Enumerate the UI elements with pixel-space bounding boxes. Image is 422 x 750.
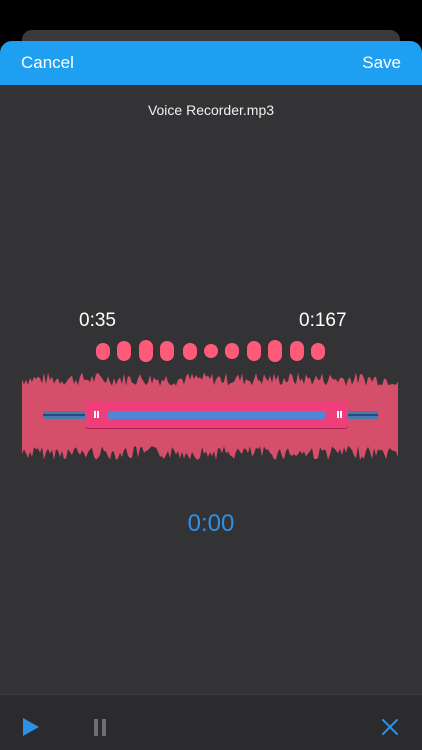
level-dot [183,342,197,360]
cancel-button[interactable]: Cancel [21,41,74,85]
file-name: Voice Recorder.mp3 [147,102,275,118]
level-dot [204,344,218,358]
save-button[interactable]: Save [362,41,401,85]
trim-start-time: 0:35 [79,310,116,331]
close-icon [382,719,398,735]
level-dot [268,340,282,362]
play-icon [23,718,39,736]
level-dot [117,341,131,361]
level-dot [290,341,304,361]
level-dot [139,340,153,362]
playback-toolbar [0,694,422,750]
level-dot [247,341,261,361]
level-dot [311,342,325,360]
level-dot [160,341,174,361]
current-time: 0:00 [187,510,235,537]
play-button[interactable] [22,717,40,742]
trim-end-handle[interactable] [328,401,348,428]
trim-end-time: 0:167 [299,310,347,331]
trim-editor-sheet: Cancel Save Voice Recorder.mp3 0:35 0:16… [0,41,422,750]
trim-selection[interactable] [85,401,348,428]
pause-button[interactable] [93,719,107,741]
trim-start-handle[interactable] [85,401,105,428]
close-button[interactable] [381,718,399,741]
pause-icon [94,719,106,736]
level-dot [96,342,110,360]
level-dots [0,339,422,363]
level-dot [225,343,239,359]
selection-progress [107,411,326,419]
navigation-bar: Cancel Save [0,41,422,85]
